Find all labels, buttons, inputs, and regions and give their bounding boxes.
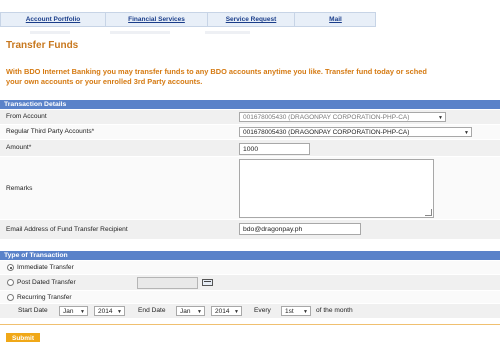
type-of-transaction-header: Type of Transaction: [0, 251, 500, 260]
third-party-select[interactable]: 001678005430 (DRAGONPAY CORPORATION-PHP-…: [239, 127, 472, 137]
intro-line-2: your own accounts or your enrolled 3rd P…: [6, 77, 203, 86]
from-account-row: From Account 001678005430 (DRAGONPAY COR…: [0, 110, 500, 125]
start-month-value: Jan: [63, 308, 74, 315]
end-date-label: End Date: [138, 307, 166, 314]
end-year-value: 2014: [215, 308, 230, 315]
tab-account-portfolio[interactable]: Account Portfolio: [1, 13, 106, 26]
post-dated-date-input[interactable]: [137, 277, 198, 289]
post-dated-row: Post Dated Transfer: [0, 275, 500, 291]
resize-grip-icon[interactable]: [425, 209, 432, 216]
intro-line-1: With BDO Internet Banking you may transf…: [6, 67, 427, 76]
tab-service-request[interactable]: Service Request: [208, 13, 295, 26]
end-year-select[interactable]: 2014 ▼: [211, 306, 242, 316]
chevron-down-icon: ▼: [197, 309, 202, 315]
every-value: 1st: [285, 308, 294, 315]
every-label: Every: [254, 307, 271, 314]
remarks-textarea[interactable]: [239, 159, 434, 218]
transaction-details-header: Transaction Details: [0, 100, 500, 109]
submit-button[interactable]: Submit: [6, 333, 40, 342]
divider: [0, 324, 500, 325]
start-year-value: 2014: [98, 308, 113, 315]
amount-input[interactable]: 1000: [239, 143, 310, 155]
ghost-text: [205, 31, 250, 34]
start-month-select[interactable]: Jan ▼: [59, 306, 88, 316]
start-year-select[interactable]: 2014 ▼: [94, 306, 125, 316]
post-dated-radio[interactable]: [7, 279, 14, 286]
post-dated-label: Post Dated Transfer: [17, 279, 76, 286]
from-account-select[interactable]: 001678005430 (DRAGONPAY CORPORATION-PHP-…: [239, 112, 446, 122]
amount-label: Amount*: [6, 144, 32, 151]
ghost-text: [30, 31, 70, 34]
recurring-row: Recurring Transfer: [0, 291, 500, 304]
chevron-down-icon: ▼: [438, 115, 443, 121]
chevron-down-icon: ▼: [80, 309, 85, 315]
third-party-value: 001678005430 (DRAGONPAY CORPORATION-PHP-…: [243, 129, 410, 136]
page-title: Transfer Funds: [6, 40, 79, 51]
intro-text: With BDO Internet Banking you may transf…: [6, 67, 500, 87]
email-input[interactable]: bdo@dragonpay.ph: [239, 223, 361, 235]
recurring-dates-row: Start Date Jan ▼ 2014 ▼ End Date Jan ▼ 2…: [0, 304, 500, 319]
calendar-icon[interactable]: [202, 279, 213, 286]
every-select[interactable]: 1st ▼: [281, 306, 311, 316]
start-date-label: Start Date: [18, 307, 48, 314]
end-month-value: Jan: [180, 308, 191, 315]
immediate-row: Immediate Transfer: [0, 261, 500, 275]
chevron-down-icon: ▼: [234, 309, 239, 315]
recurring-label: Recurring Transfer: [17, 294, 72, 301]
main-nav-tabs: Account Portfolio Financial Services Ser…: [0, 12, 376, 27]
third-party-label: Regular Third Party Accounts*: [6, 128, 95, 135]
chevron-down-icon: ▼: [464, 130, 469, 136]
chevron-down-icon: ▼: [303, 309, 308, 315]
from-account-value: 001678005430 (DRAGONPAY CORPORATION-PHP-…: [243, 114, 410, 121]
chevron-down-icon: ▼: [117, 309, 122, 315]
email-label: Email Address of Fund Transfer Recipient: [6, 226, 128, 233]
immediate-label: Immediate Transfer: [17, 264, 74, 271]
tab-mail[interactable]: Mail: [295, 13, 376, 26]
remarks-row: Remarks: [0, 157, 500, 220]
email-row: Email Address of Fund Transfer Recipient…: [0, 220, 500, 240]
recurring-radio[interactable]: [7, 294, 14, 301]
third-party-row: Regular Third Party Accounts* 0016780054…: [0, 125, 500, 140]
tab-financial-services[interactable]: Financial Services: [106, 13, 208, 26]
ghost-text: [110, 31, 170, 34]
of-month-label: of the month: [316, 307, 353, 314]
amount-row: Amount* 1000: [0, 140, 500, 157]
remarks-label: Remarks: [6, 185, 33, 192]
end-month-select[interactable]: Jan ▼: [176, 306, 205, 316]
immediate-radio[interactable]: [7, 264, 14, 271]
from-account-label: From Account: [6, 113, 47, 120]
